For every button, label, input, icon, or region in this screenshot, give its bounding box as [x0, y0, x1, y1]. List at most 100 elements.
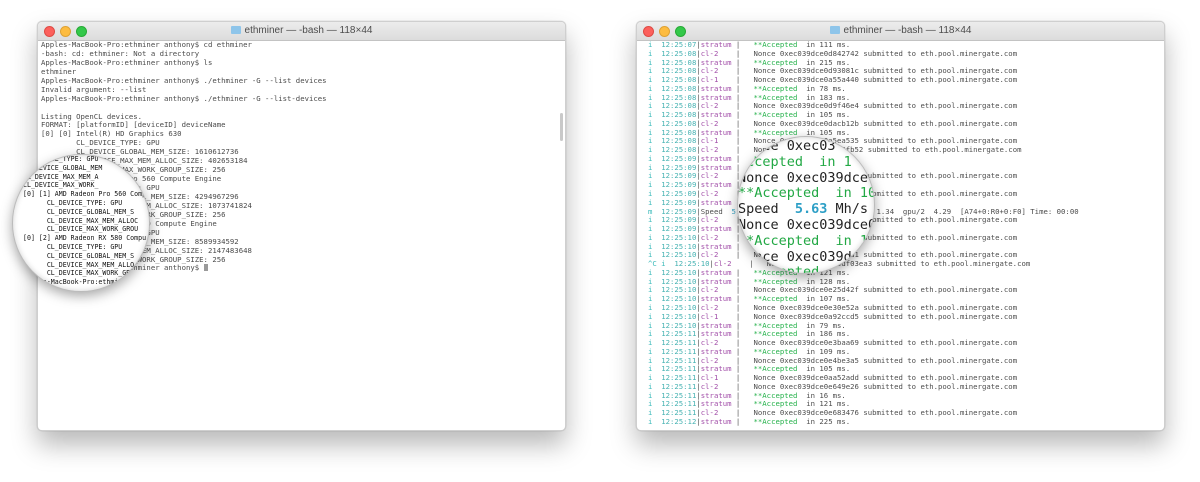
log-source: cl-2: [700, 250, 732, 260]
log-message: in 183 ms.: [806, 92, 851, 102]
magnified-line: CL_DEVICE_TYPE: GPU: [23, 198, 123, 207]
log-marker: i: [648, 346, 653, 356]
log-marker: i: [648, 364, 653, 374]
log-source: cl-2: [700, 355, 732, 365]
magnified-row: Nonce 0xec039dce0: [738, 170, 874, 187]
log-time: 12:25:08: [661, 127, 697, 137]
magnified-text-line: Nonce 0xec03: [738, 138, 836, 154]
log-message: in 215 ms.: [806, 57, 851, 67]
magnified-line: [0] [2] AMD Radeon RX 580 Compu: [23, 234, 147, 243]
log-message: Nonce 0xec039dce0e649e26 submitted to et…: [753, 381, 1018, 391]
log-message: in 186 ms.: [806, 329, 851, 339]
miner-log: i 12:25:07|stratum | **Accepted in 111 m…: [637, 41, 1164, 427]
log-marker: i: [648, 136, 653, 146]
log-time: 12:25:10: [661, 285, 697, 295]
magnified-row: Nonce 0xec039dce0: [738, 216, 875, 234]
log-sep: |: [731, 48, 754, 58]
log-time: 12:25:11: [661, 364, 697, 374]
magnified-line: CL_DEVICE_GLOBAL_MEM_S: [23, 207, 135, 216]
log-source: stratum: [700, 92, 732, 102]
speed-value: 5.63: [794, 201, 828, 218]
speed-label: Speed: [738, 201, 795, 218]
scrollbar[interactable]: [560, 113, 563, 141]
log-sep: |: [731, 294, 754, 304]
cursor: [203, 264, 208, 272]
magnified-text-line: Nonce 0xec039dce0: [738, 216, 875, 233]
window-title-text: ethminer — -bash — 118×44: [244, 25, 373, 36]
accepted-label: **Accepted: [753, 329, 798, 339]
log-time: 12:25:08: [661, 145, 697, 155]
log-sep: |: [731, 127, 754, 137]
log-source: stratum: [700, 276, 732, 286]
log-marker: i: [648, 153, 653, 163]
log-row: i 12:25:12|stratum | **Accepted in 225 m…: [648, 416, 1164, 427]
magnified-text-line: **Accepted in 11: [738, 232, 875, 249]
log-marker: i: [648, 311, 653, 321]
magnified-row: **Accepted: [738, 264, 874, 274]
title-bar: ethminer — -bash — 118×44: [38, 22, 565, 41]
log-sep: |: [731, 302, 754, 312]
log-marker: i: [648, 320, 653, 330]
log-time: 12:25:08: [661, 75, 697, 85]
window-title-text: ethminer — -bash — 118×44: [843, 25, 972, 36]
log-marker: i: [648, 101, 653, 111]
log-source: cl-2: [700, 66, 732, 76]
log-marker: i: [648, 162, 653, 172]
log-sep: |: [731, 66, 754, 76]
log-source: cl-2: [700, 232, 732, 242]
log-message: Nonce 0xec039dce0e683476 submitted to et…: [753, 408, 1018, 418]
log-time: 12:25:08: [661, 136, 697, 146]
log-time: 12:25:11: [661, 329, 697, 339]
log-time: 12:25:11: [661, 373, 697, 383]
log-sep: |: [731, 346, 754, 356]
log-sep: |: [731, 92, 754, 102]
log-source: stratum: [700, 399, 732, 409]
log-source: stratum: [700, 294, 732, 304]
log-message: Nonce 0xec039dce0a92ccd5 submitted to et…: [753, 311, 1018, 321]
log-source: stratum: [700, 346, 732, 356]
log-marker: i: [648, 75, 653, 85]
magnified-line: CL_DEVICE_MAX_WORK_GR: [23, 269, 131, 278]
log-source: cl-2: [700, 408, 732, 418]
log-message: Nonce 0xec039dce0aa52add submitted to et…: [753, 373, 1018, 383]
magnified-row: Accepted in 1: [738, 154, 874, 171]
log-marker: i: [648, 83, 653, 93]
log-source: stratum: [700, 329, 732, 339]
log-marker: i: [648, 294, 653, 304]
log-marker: i: [648, 338, 653, 348]
log-marker: i: [648, 381, 653, 391]
folder-icon: [829, 26, 840, 34]
log-source: stratum: [700, 390, 732, 400]
log-marker: i: [648, 215, 653, 225]
log-source: stratum: [700, 267, 732, 277]
log-sep: |: [731, 416, 754, 426]
magnified-text: CL_DEVICE_TYPE: GPU CL_DEVICE_GLOBAL_MEM C…: [23, 155, 146, 287]
magnified-line: CL_DEVICE_TYPE: GPU: [23, 242, 123, 251]
log-time: 12:25:10: [661, 232, 697, 242]
log-time: 12:25:09: [661, 197, 697, 207]
magnified-line: CL_DEVICE_MAX_WORK_GROU: [23, 225, 139, 234]
log-time: 12:25:11: [661, 408, 697, 418]
log-message: in 107 ms.: [806, 294, 851, 304]
terminal-output[interactable]: i 12:25:07|stratum | **Accepted in 111 m…: [637, 41, 1164, 430]
magnified-line: CL_DEVICE_GLOBAL_MEM: [23, 163, 103, 172]
log-marker: i: [648, 66, 653, 76]
log-sep: |: [731, 364, 754, 374]
log-message: Nonce 0xec039dce0dacb12b submitted to et…: [753, 118, 1018, 128]
magnified-text-line: **Accepted: [738, 264, 820, 274]
accepted-label: **Accepted: [753, 110, 798, 120]
log-time: 12:25:08: [661, 110, 697, 120]
magnified-line: CL_DEVICE_TYPE: GPU: [23, 155, 99, 163]
title-bar: ethminer — -bash — 118×44: [637, 22, 1164, 41]
log-time: 12:25:09: [661, 153, 697, 163]
log-source: stratum: [700, 127, 732, 137]
log-source: cl-2: [700, 171, 732, 181]
magnified-line: [0] [1] AMD Radeon Pro 560 Comp: [23, 190, 147, 199]
window-title: ethminer — -bash — 118×44: [637, 25, 1164, 36]
accepted-label: **Accepted: [753, 416, 798, 426]
log-message: Nonce 0xec039dce0d842742 submitted to et…: [753, 48, 1018, 58]
accepted-label: **Accepted: [753, 83, 798, 93]
log-marker: i: [648, 197, 653, 207]
log-message: Nonce 0xec039dce0d93081c submitted to et…: [753, 66, 1018, 76]
log-source: cl-1: [700, 75, 732, 85]
